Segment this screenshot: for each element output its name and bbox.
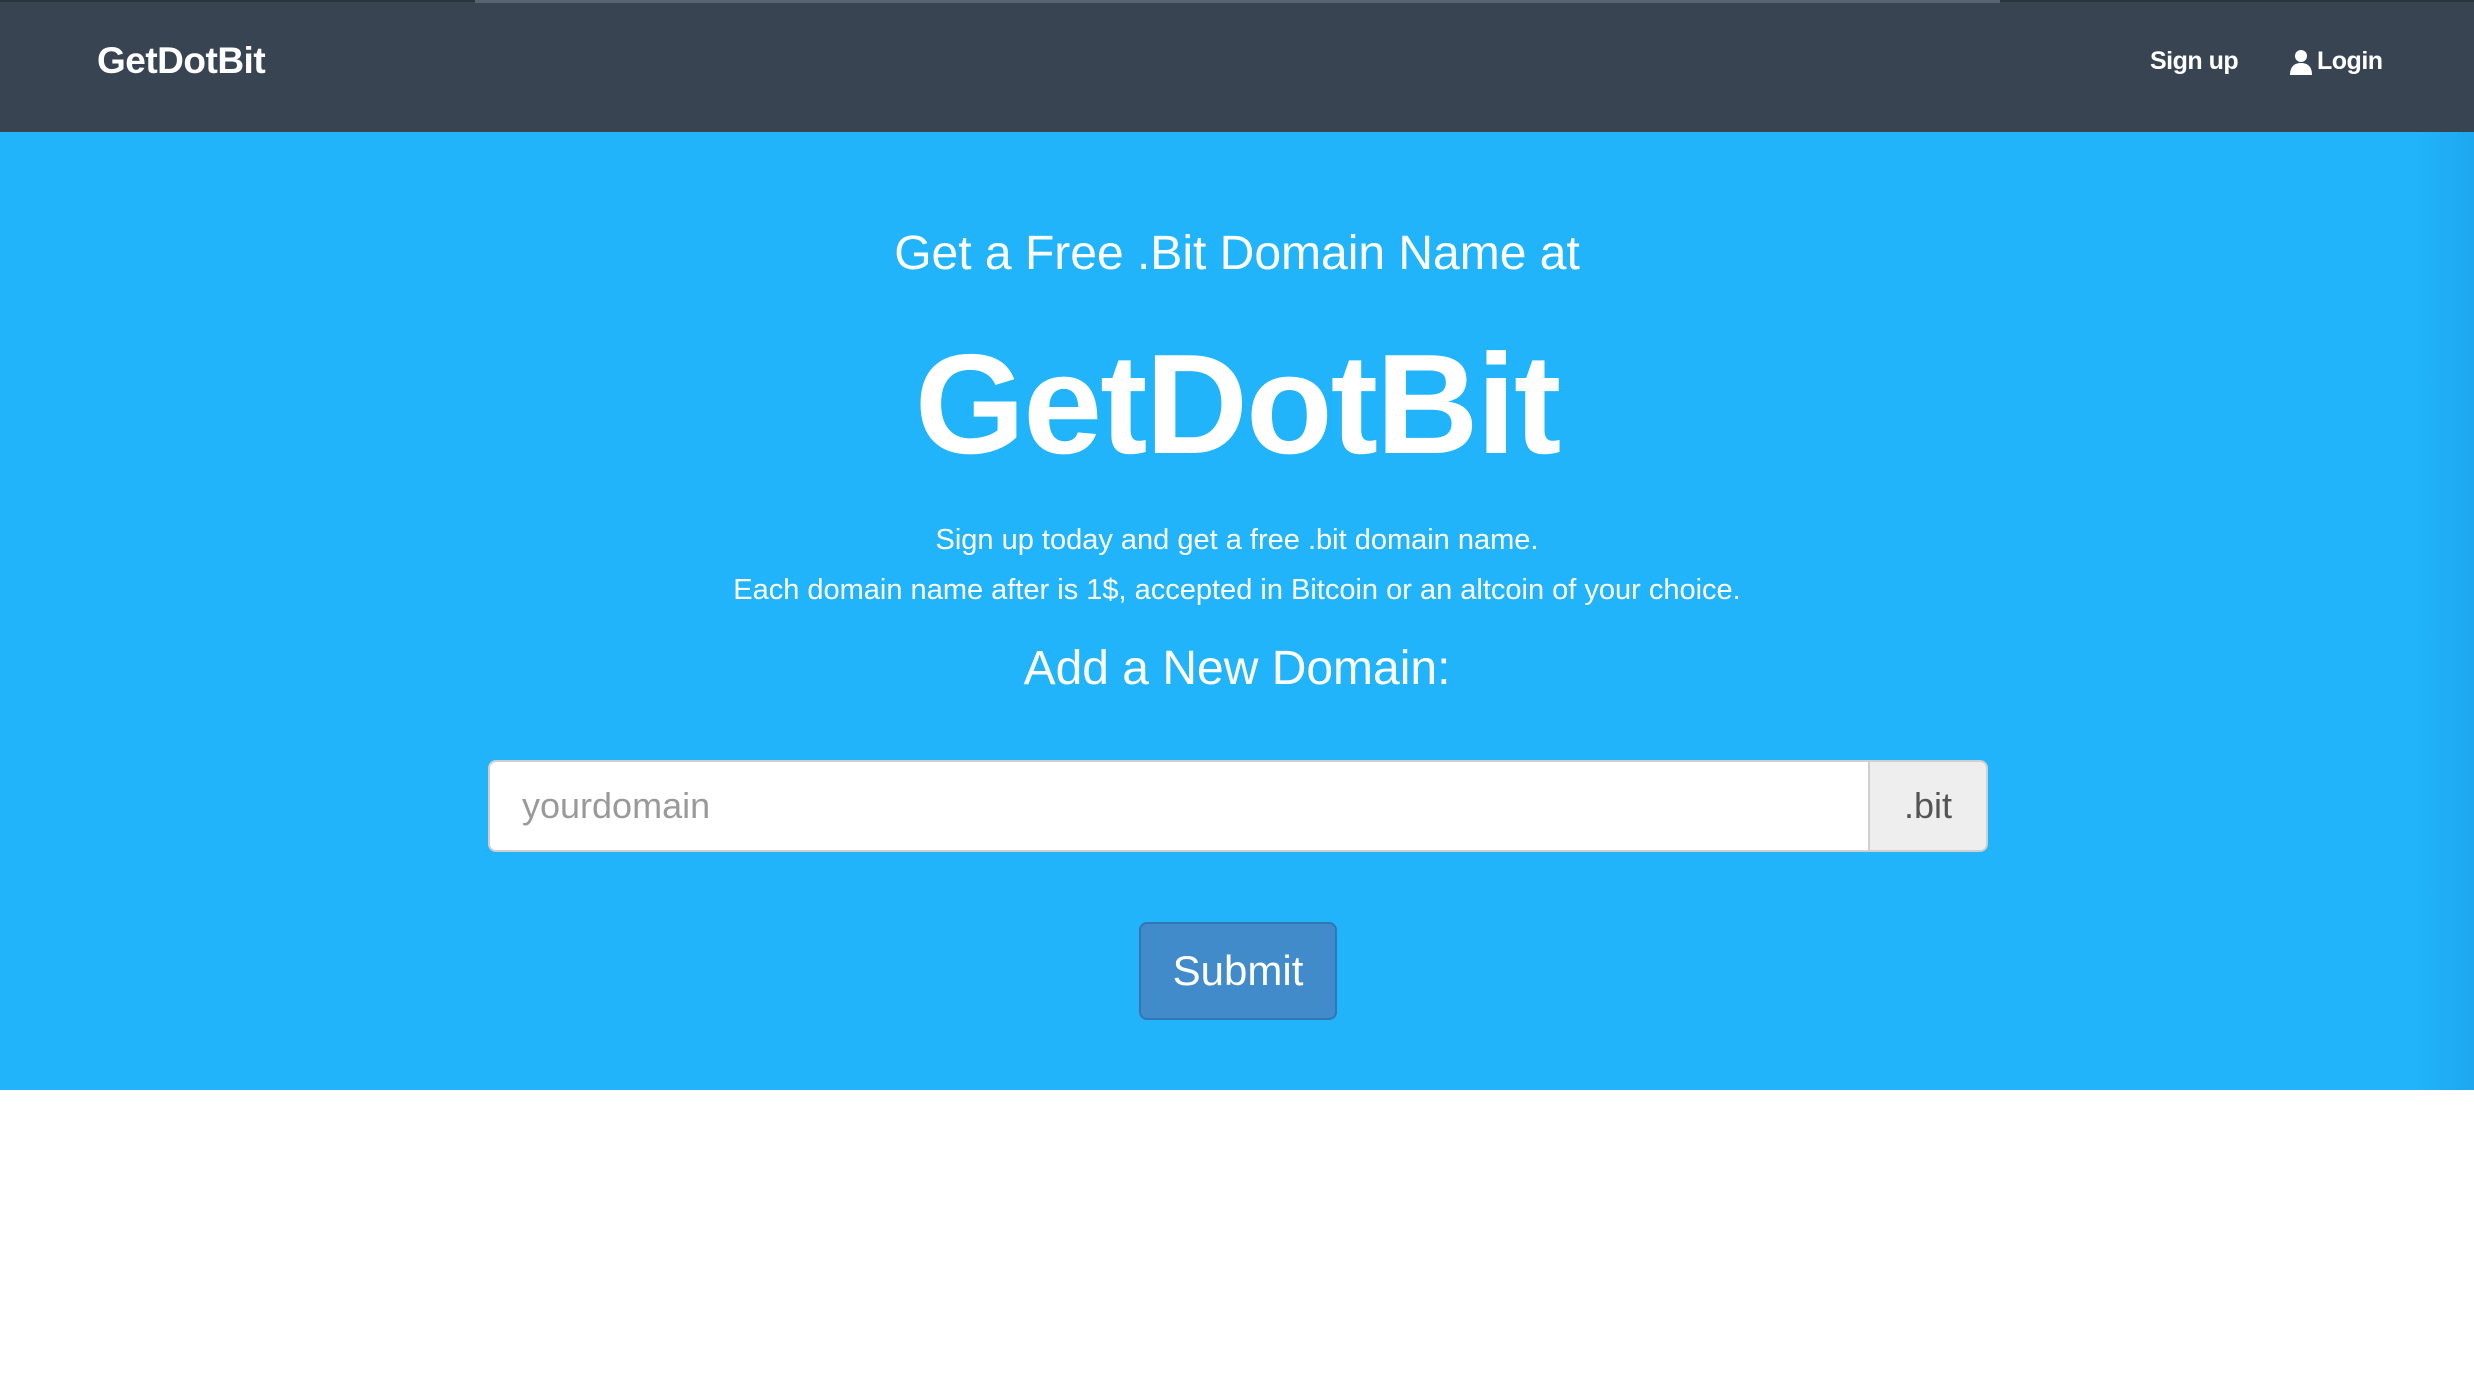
hero-description-line1: Sign up today and get a free .bit domain… (935, 524, 1539, 556)
user-icon (2289, 49, 2313, 75)
signup-link[interactable]: Sign up (2150, 47, 2239, 76)
domain-input-group: .bit (488, 760, 1988, 852)
hero-description-line2: Each domain name after is 1$, accepted i… (733, 574, 1741, 606)
login-link-label: Login (2317, 47, 2383, 75)
hero-section: Get a Free .Bit Domain Name at GetDotBit… (0, 132, 2474, 1090)
navbar-top-line (475, 0, 2000, 3)
domain-input[interactable] (488, 760, 1868, 852)
hero-subheading: Get a Free .Bit Domain Name at (894, 227, 1580, 280)
navbar: GetDotBit Sign up Login (0, 0, 2474, 132)
domain-suffix-addon: .bit (1868, 760, 1988, 852)
add-domain-heading: Add a New Domain: (1023, 642, 1451, 695)
signup-link-label: Sign up (2150, 47, 2239, 75)
brand-logo-link[interactable]: GetDotBit (97, 40, 266, 82)
hero-title: GetDotBit (914, 325, 1562, 484)
login-link[interactable]: Login (2289, 47, 2383, 76)
submit-button[interactable]: Submit (1139, 922, 1337, 1020)
